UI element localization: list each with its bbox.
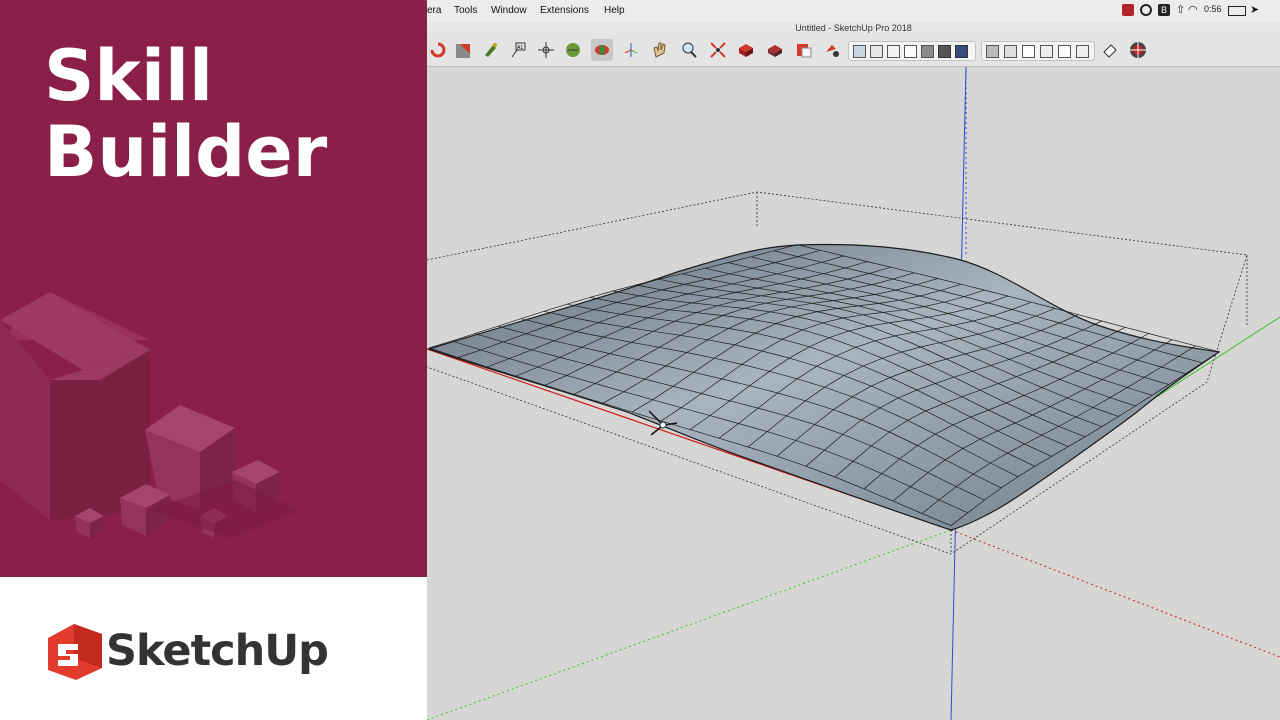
position-camera-icon[interactable]	[562, 39, 584, 61]
zoom-extents-icon[interactable]	[707, 39, 729, 61]
menu-extensions[interactable]: Extensions	[540, 5, 589, 16]
warehouse-icon[interactable]	[735, 39, 757, 61]
xray-icon[interactable]	[853, 45, 866, 58]
system-status-area: B ⇧ ◠ 0:56 ➤	[1122, 4, 1272, 18]
zoom-icon[interactable]	[678, 39, 700, 61]
shaded-textures-icon[interactable]	[938, 45, 951, 58]
menu-window[interactable]: Window	[491, 5, 527, 16]
top-view-icon[interactable]	[1004, 45, 1017, 58]
upload-icon[interactable]: ⇧	[1176, 4, 1188, 16]
brand-title-line2: Builder	[44, 111, 328, 193]
brand-panel: Skill Builder SketchUp	[0, 0, 427, 720]
menu-camera[interactable]: era	[427, 5, 441, 16]
menu-help[interactable]: Help	[604, 5, 625, 16]
paint-bucket-icon[interactable]	[479, 39, 501, 61]
sketchup-logo-icon	[48, 624, 102, 680]
back-view-icon[interactable]	[1058, 45, 1071, 58]
front-view-icon[interactable]	[1022, 45, 1035, 58]
monochrome-icon[interactable]	[955, 45, 968, 58]
eraser-icon[interactable]	[1099, 39, 1121, 61]
record-icon[interactable]	[1122, 4, 1134, 16]
back-edges-icon[interactable]	[870, 45, 883, 58]
location-icon[interactable]: ➤	[1250, 4, 1262, 16]
shaded-icon[interactable]	[921, 45, 934, 58]
menu-tools[interactable]: Tools	[454, 5, 477, 16]
model-viewport[interactable]	[427, 67, 1280, 720]
layout-icon[interactable]	[793, 39, 815, 61]
dimension-text-icon[interactable]: A1	[507, 39, 529, 61]
clock-text[interactable]: 0:56	[1204, 4, 1222, 14]
cubes-illustration	[0, 292, 300, 538]
style-builder-icon[interactable]	[821, 39, 843, 61]
toolbar: A1	[427, 36, 1280, 67]
creative-cloud-icon[interactable]	[1140, 4, 1152, 16]
geo-location-icon[interactable]	[1127, 39, 1149, 61]
orbit-icon[interactable]	[427, 39, 449, 61]
hand-icon[interactable]	[649, 39, 671, 61]
axes-icon[interactable]	[535, 39, 557, 61]
battery-icon[interactable]	[1228, 6, 1246, 16]
left-view-icon[interactable]	[1076, 45, 1089, 58]
extension-warehouse-icon[interactable]	[764, 39, 786, 61]
menu-bar: era Tools Window Extensions Help B ⇧ ◠ 0…	[427, 0, 1280, 23]
brand-title: Skill Builder	[44, 38, 327, 190]
look-around-icon[interactable]	[591, 39, 613, 61]
bold-b-icon[interactable]: B	[1158, 4, 1170, 16]
view-style-toolbar	[848, 41, 976, 61]
iso-view-icon[interactable]	[986, 45, 999, 58]
section-plane-icon[interactable]	[452, 39, 474, 61]
brand-title-line1: Skill	[44, 35, 213, 117]
hidden-line-icon[interactable]	[904, 45, 917, 58]
wireframe-icon[interactable]	[887, 45, 900, 58]
sketchup-window: era Tools Window Extensions Help B ⇧ ◠ 0…	[427, 0, 1280, 720]
wifi-icon[interactable]: ◠	[1188, 4, 1200, 16]
brand-header: Skill Builder	[0, 0, 427, 577]
window-title: Untitled - SketchUp Pro 2018	[427, 22, 1280, 36]
svg-text:A1: A1	[517, 45, 523, 51]
sketchup-logo-text: SketchUp	[106, 626, 329, 676]
walk-icon[interactable]	[620, 39, 642, 61]
camera-views-toolbar	[981, 41, 1095, 61]
right-view-icon[interactable]	[1040, 45, 1053, 58]
